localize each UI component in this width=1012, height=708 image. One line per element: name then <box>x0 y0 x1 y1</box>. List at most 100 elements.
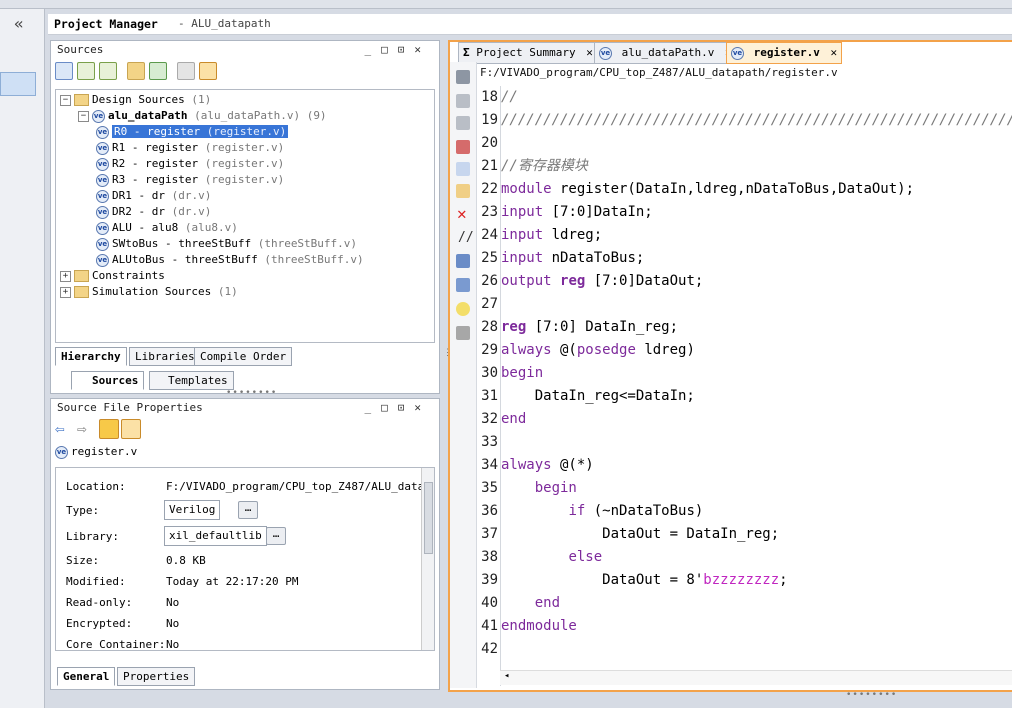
code-area[interactable]: ////////////////////////////////////////… <box>500 86 1012 686</box>
sources-toolbar <box>51 59 439 83</box>
tree-item-label: R0 - register <box>114 125 201 138</box>
search-icon[interactable] <box>55 62 73 80</box>
bookmark-icon[interactable] <box>456 326 470 340</box>
code-line[interactable]: // <box>501 86 518 109</box>
collapse-all-icon[interactable] <box>77 62 95 80</box>
tree-item[interactable]: ve ALU - alu8 (alu8.v) <box>96 220 238 235</box>
code-line[interactable]: always @(posedge ldreg) <box>501 339 695 362</box>
tab-general[interactable]: General <box>57 667 116 686</box>
collapse-icon[interactable]: − <box>78 110 89 122</box>
tree-item-detail: (dr.v) <box>164 205 212 218</box>
top-toolbar-strip <box>0 0 1012 9</box>
tree-item[interactable]: − ve alu_dataPath (alu_dataPath.v) (9) <box>78 108 327 123</box>
collapse-icon[interactable]: « <box>14 14 24 33</box>
code-line[interactable]: DataOut = DataIn_reg; <box>501 523 779 546</box>
code-line[interactable]: input ldreg; <box>501 224 602 247</box>
delete-icon[interactable]: ✕ <box>457 204 467 223</box>
settings-icon[interactable] <box>99 419 119 439</box>
horizontal-scrollbar[interactable]: ◂ <box>500 670 1012 685</box>
tab-libraries[interactable]: Libraries <box>129 347 201 366</box>
splitter-handle[interactable]: •••••••• <box>226 388 277 398</box>
open-folder-icon[interactable] <box>127 62 145 80</box>
tree-item[interactable]: ve R1 - register (register.v) <box>96 140 284 155</box>
tree-item[interactable]: − Design Sources (1) <box>60 92 211 107</box>
scroll-left-icon[interactable]: ◂ <box>504 671 509 681</box>
project-manager-header: Project Manager - ALU_datapath <box>48 14 1012 35</box>
back-arrow-icon[interactable]: ⇦ <box>55 419 65 438</box>
tree-item[interactable]: ve R2 - register (register.v) <box>96 156 284 171</box>
undo-icon[interactable] <box>456 94 470 108</box>
tree-item[interactable]: ve DR2 - dr (dr.v) <box>96 204 211 219</box>
show-hierarchy-icon[interactable] <box>199 62 217 80</box>
verilog-file-icon: ve <box>96 125 109 139</box>
flow-navigator-selected-item[interactable] <box>0 72 36 96</box>
lightbulb-icon[interactable] <box>456 302 470 316</box>
code-line[interactable]: end <box>501 408 526 431</box>
tab-project-summary[interactable]: Σ Project Summary ✕ <box>458 42 598 64</box>
library-field[interactable]: xil_defaultlib <box>164 526 267 546</box>
readonly-value: No <box>166 596 180 609</box>
expand-icon[interactable]: + <box>60 286 71 298</box>
code-line[interactable]: endmodule <box>501 615 577 638</box>
tab-hierarchy[interactable]: Hierarchy <box>55 347 127 366</box>
code-line[interactable]: input [7:0]DataIn; <box>501 201 653 224</box>
code-line[interactable]: begin <box>501 477 577 500</box>
tree-item[interactable]: + Simulation Sources (1) <box>60 284 238 299</box>
sources-panel: Sources _□⊡✕ − Design Sources (1) − ve alu_d… <box>50 40 440 394</box>
cut-icon[interactable] <box>456 140 470 154</box>
tree-item[interactable]: ve DR1 - dr (dr.v) <box>96 188 211 203</box>
close-icon[interactable]: ✕ <box>830 46 837 59</box>
tab-properties[interactable]: Properties <box>117 667 196 686</box>
tab-sources[interactable]: Sources <box>71 371 145 390</box>
sources-panel-title: Sources _□⊡✕ <box>51 41 439 59</box>
scrollbar-thumb[interactable] <box>424 482 433 554</box>
type-field[interactable]: Verilog <box>164 500 221 520</box>
code-line[interactable]: else <box>501 546 602 569</box>
expand-all-icon[interactable] <box>99 62 117 80</box>
forward-arrow-icon[interactable]: ⇨ <box>77 419 87 438</box>
code-line[interactable]: if (~nDataToBus) <box>501 500 703 523</box>
tree-item-label: R1 - register <box>112 141 199 154</box>
code-line[interactable]: DataIn_reg<=DataIn; <box>501 385 695 408</box>
tree-item[interactable]: ve SWtoBus - threeStBuff (threeStBuff.v) <box>96 236 357 251</box>
tab-register[interactable]: ve register.v ✕ <box>726 42 843 64</box>
tab-compile-order[interactable]: Compile Order <box>194 347 293 366</box>
tab-templates[interactable]: Templates <box>149 371 234 390</box>
panel-window-controls[interactable]: _□⊡✕ <box>365 41 432 59</box>
library-browse-button[interactable]: … <box>266 527 286 545</box>
code-line[interactable]: ////////////////////////////////////////… <box>501 109 1012 132</box>
redo-icon[interactable] <box>456 116 470 130</box>
flow-navigator <box>0 9 45 708</box>
comment-icon[interactable]: // <box>458 230 474 245</box>
tree-item[interactable]: + Constraints <box>60 268 165 283</box>
select-icon[interactable] <box>121 419 141 439</box>
find-icon[interactable] <box>456 278 470 292</box>
save-icon[interactable] <box>456 70 470 84</box>
properties-scrollbar[interactable] <box>421 468 434 650</box>
collapse-icon[interactable]: − <box>60 94 71 106</box>
column-select-icon[interactable] <box>456 254 470 268</box>
code-line[interactable]: DataOut = 8'bzzzzzzzz; <box>501 569 787 592</box>
code-line[interactable]: output reg [7:0]DataOut; <box>501 270 703 293</box>
line-number: 33 <box>481 434 498 450</box>
code-line[interactable]: reg [7:0] DataIn_reg; <box>501 316 678 339</box>
copy-icon[interactable] <box>456 162 470 176</box>
code-line[interactable]: begin <box>501 362 543 385</box>
tree-item[interactable]: ve ALUtoBus - threeStBuff (threeStBuff.v) <box>96 252 364 267</box>
code-line[interactable]: module register(DataIn,ldreg,nDataToBus,… <box>501 178 914 201</box>
type-browse-button[interactable]: … <box>238 501 258 519</box>
paste-icon[interactable] <box>456 184 470 198</box>
code-line[interactable]: input nDataToBus; <box>501 247 644 270</box>
tree-item[interactable]: ve R0 - register (register.v) <box>96 124 289 139</box>
add-sources-icon[interactable] <box>149 62 167 80</box>
panel-window-controls[interactable]: _□⊡✕ <box>365 399 432 417</box>
vertical-splitter-handle[interactable]: ⋮ <box>443 349 452 358</box>
code-line[interactable]: //寄存器模块 <box>501 155 588 178</box>
tab-alu-datapath[interactable]: ve alu_dataPath.v ✕ <box>594 42 737 64</box>
code-line[interactable]: always @(*) <box>501 454 594 477</box>
tree-item[interactable]: ve R3 - register (register.v) <box>96 172 284 187</box>
properties-icon[interactable] <box>177 62 195 80</box>
code-line[interactable]: end <box>501 592 560 615</box>
expand-icon[interactable]: + <box>60 270 71 282</box>
close-icon[interactable]: ✕ <box>586 46 593 59</box>
